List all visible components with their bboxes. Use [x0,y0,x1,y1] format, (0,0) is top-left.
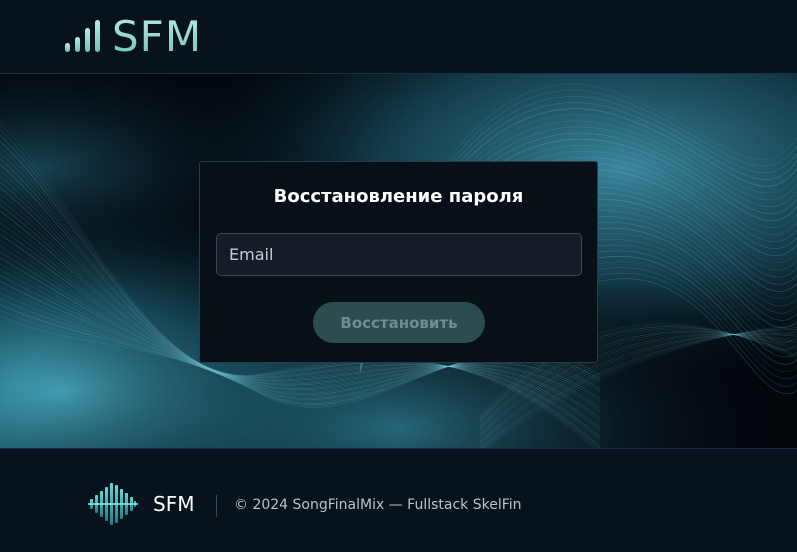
footer-divider [216,495,217,517]
equalizer-icon [88,483,138,525]
password-recovery-card: Восстановление пароля Восстановить [199,161,598,363]
logo-text: SFM [112,12,203,61]
footer-copyright: © 2024 SongFinalMix — Fullstack SkelFin [234,497,522,513]
footer-brand: SFM [153,492,195,516]
restore-button[interactable]: Восстановить [313,302,485,343]
header: SFM [0,0,797,74]
footer: SFM © 2024 SongFinalMix — Fullstack Skel… [0,448,797,552]
page: SFM Восстановление пароля Email Восстано… [0,0,797,552]
card-title: Восстановление пароля [273,186,524,207]
email-field[interactable] [216,233,582,276]
sound-bars-icon [65,20,100,52]
header-logo[interactable]: SFM [64,12,202,62]
